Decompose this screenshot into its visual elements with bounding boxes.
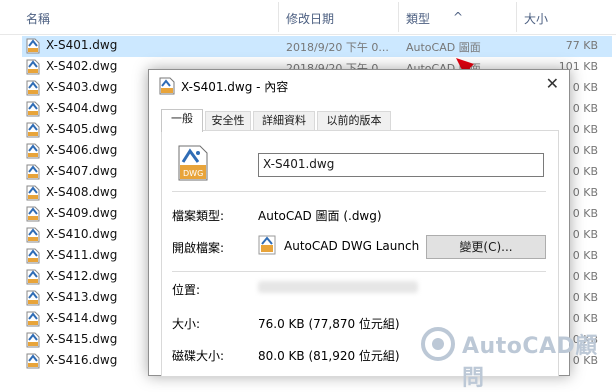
dialog-titlebar: X-S401.dwg - 內容 ✕ [149, 70, 569, 100]
open-with-label: 開啟檔案: [172, 241, 225, 255]
open-with-value: AutoCAD DWG Launch [284, 239, 420, 253]
type-value: AutoCAD 圖面 (.dwg) [258, 209, 382, 223]
divider [172, 191, 546, 192]
watermark-logo-icon [421, 327, 455, 361]
change-button[interactable]: 變更(C)... [426, 235, 546, 259]
svg-text:DWG: DWG [183, 169, 203, 178]
tab-previous-versions[interactable]: 以前的版本 [317, 111, 391, 130]
size-label: 大小: [172, 317, 201, 331]
location-label: 位置: [172, 283, 201, 297]
watermark: AutoCAD顧問 [418, 324, 614, 391]
filename-field[interactable]: X-S401.dwg [258, 153, 544, 177]
close-icon[interactable]: ✕ [546, 74, 559, 93]
filename-value[interactable]: X-S401.dwg [263, 157, 334, 171]
autocad-app-icon [258, 235, 276, 255]
tab-details[interactable]: 詳細資料 [253, 111, 315, 130]
tab-security[interactable]: 安全性 [205, 111, 251, 130]
location-value-blurred [258, 281, 418, 293]
disk-size-value: 80.0 KB (81,920 位元組) [258, 349, 400, 363]
dwg-file-icon [159, 77, 175, 95]
disk-size-label: 磁碟大小: [172, 349, 225, 363]
size-value: 76.0 KB (77,870 位元組) [258, 317, 400, 331]
watermark-text: AutoCAD顧問 [462, 334, 598, 391]
dwg-large-icon: DWG [178, 145, 208, 181]
divider [172, 271, 546, 272]
dialog-title: X-S401.dwg - 內容 [181, 80, 289, 94]
tab-general[interactable]: 一般 [161, 109, 203, 132]
type-label: 檔案類型: [172, 209, 225, 223]
